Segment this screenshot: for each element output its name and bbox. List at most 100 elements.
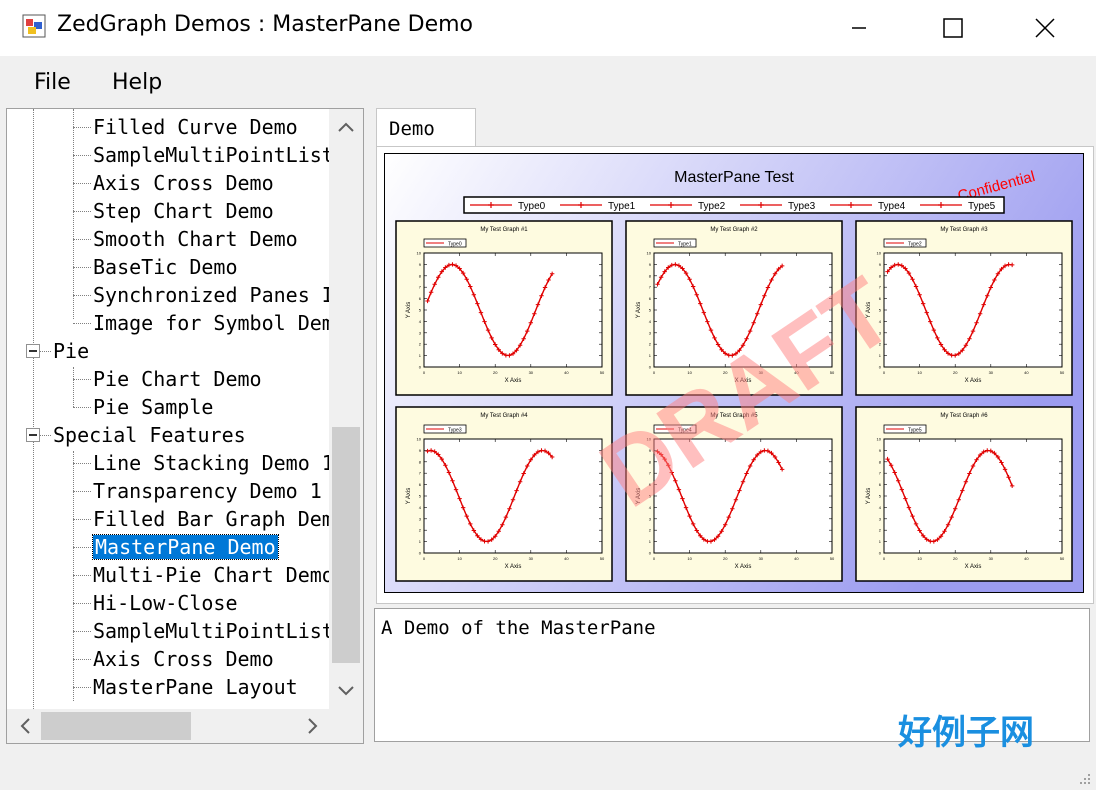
- master-legend: Type0 Type1 Type2 Type3 Type4 Type5: [463, 196, 1005, 214]
- demo-tree-view[interactable]: Filled Curve Demo SampleMultiPointList Axi…: [6, 108, 364, 744]
- x-tick-label: 50: [1060, 370, 1065, 375]
- master-pane-title: MasterPane Test: [674, 169, 794, 186]
- tree-item-label: Filled Bar Graph Dem: [93, 507, 334, 531]
- menu-bar: File Help: [0, 56, 1096, 106]
- legend-entry: Type1: [608, 201, 636, 212]
- tree-item-label: Pie Sample: [93, 395, 214, 419]
- tree-item[interactable]: Synchronized Panes I: [93, 281, 334, 309]
- pane-legend-entry: Type3: [448, 428, 462, 434]
- tree-item-label: Step Chart Demo: [93, 199, 274, 223]
- minimize-button[interactable]: [836, 0, 882, 56]
- tree-guide-line: [33, 109, 34, 709]
- tree-item[interactable]: Axis Cross Demo: [93, 645, 274, 673]
- maximize-icon: [943, 18, 963, 38]
- resize-grip-icon[interactable]: [1076, 770, 1092, 786]
- tree-item[interactable]: Pie Sample: [93, 393, 213, 421]
- tree-connector: [73, 687, 91, 688]
- legend-entry: Type5: [968, 201, 996, 212]
- tree-item[interactable]: Step Chart Demo: [93, 197, 274, 225]
- tree-item[interactable]: SampleMultiPointList: [93, 617, 334, 645]
- tree-collapse-icon[interactable]: [26, 344, 40, 358]
- x-axis-label: X Axis: [505, 378, 522, 384]
- close-button[interactable]: [1022, 0, 1068, 56]
- tree-item-label: Line Stacking Demo 1: [93, 451, 334, 475]
- y-tick-label: 10: [417, 437, 422, 442]
- tree-connector: [73, 519, 91, 520]
- tree-item[interactable]: Pie Chart Demo: [93, 365, 262, 393]
- tree-item[interactable]: Multi-Pie Chart Demo: [93, 561, 334, 589]
- pane-title: My Test Graph #6: [940, 413, 988, 419]
- scroll-up-icon: [338, 122, 354, 132]
- chart-pane: My Test Graph #3Type20123456789100 10 20 30…: [855, 220, 1073, 396]
- x-tick-label: 40: [564, 556, 569, 561]
- tree-item[interactable]: Hi-Low-Close: [93, 589, 238, 617]
- tree-item-label: Pie Chart Demo: [93, 367, 262, 391]
- tree-item[interactable]: BaseTic Demo: [93, 253, 238, 281]
- tree-item-label: Special Features: [53, 423, 246, 447]
- menu-help[interactable]: Help: [112, 70, 162, 95]
- tree-connector: [73, 239, 91, 240]
- scroll-right-icon: [308, 718, 318, 734]
- chart-pane: My Test Graph #1Type00123456789100 10 20 30…: [395, 220, 613, 396]
- x-tick-label: 40: [564, 370, 569, 375]
- tree-item-label: SampleMultiPointList: [93, 143, 334, 167]
- legend-entry: Type3: [788, 201, 816, 212]
- menu-file[interactable]: File: [34, 70, 71, 95]
- tab-strip: Demo: [376, 108, 1096, 150]
- chart-pane: My Test Graph #4Type30123456789100 10 20 30…: [395, 406, 613, 582]
- tree-item-label: Axis Cross Demo: [93, 647, 274, 671]
- maximize-button[interactable]: [930, 0, 976, 56]
- tree-item[interactable]: Image for Symbol Dem: [93, 309, 334, 337]
- tree-item-label: MasterPane Demo: [92, 534, 279, 560]
- tree-item-label: BaseTic Demo: [93, 255, 238, 279]
- x-tick-label: 20: [953, 556, 958, 561]
- pane-title: My Test Graph #4: [480, 413, 528, 419]
- title-bar: ZedGraph Demos : MasterPane Demo: [0, 0, 1096, 56]
- pane-legend-entry: Type5: [908, 428, 922, 434]
- tree-item[interactable]: Filled Bar Graph Dem: [93, 505, 334, 533]
- x-tick-label: 40: [1024, 370, 1029, 375]
- tree-vscroll-graphics: [332, 122, 360, 696]
- x-tick-label: 50: [600, 556, 605, 561]
- y-axis-label: Y Axis: [406, 488, 412, 505]
- tree-connector: [73, 155, 91, 156]
- x-tick-label: 20: [723, 556, 728, 561]
- tree-item[interactable]: Axis Cross Demo: [93, 169, 274, 197]
- tree-collapse-icon[interactable]: [26, 428, 40, 442]
- minimize-icon: [852, 27, 866, 29]
- y-tick-label: 10: [877, 437, 882, 442]
- tree-item[interactable]: Transparency Demo 1: [93, 477, 322, 505]
- plot-area: [423, 252, 603, 368]
- master-pane-chart[interactable]: MasterPane Test Confidential Type0 Type1 T…: [384, 153, 1084, 593]
- tree-item[interactable]: Smooth Chart Demo: [93, 225, 298, 253]
- legend-entry: Type2: [698, 201, 726, 212]
- tree-horizontal-scrollbar[interactable]: [7, 709, 331, 743]
- tree-item[interactable]: MasterPane Layout: [93, 673, 298, 701]
- tree-item-label: Synchronized Panes I: [93, 283, 334, 307]
- tree-item[interactable]: SampleMultiPointList: [93, 141, 334, 169]
- chart-pane: My Test Graph #6Type50123456789100 10 20 30…: [855, 406, 1073, 582]
- scrollbar-corner: [329, 709, 363, 743]
- plot-area: [883, 438, 1063, 554]
- legend-entry: Type4: [878, 201, 906, 212]
- tree-connector: [73, 463, 91, 464]
- tree-item-selected[interactable]: MasterPane Demo: [92, 533, 279, 561]
- tree-item[interactable]: Line Stacking Demo 1: [93, 449, 334, 477]
- tree-connector: [73, 323, 91, 324]
- close-icon: [1035, 18, 1055, 38]
- x-tick-label: 20: [493, 556, 498, 561]
- tree-item[interactable]: Special Features: [53, 421, 246, 449]
- tree-vertical-scrollbar[interactable]: [329, 109, 363, 711]
- x-tick-label: 10: [917, 370, 922, 375]
- tree-connector: [73, 127, 91, 128]
- pane-legend-entry: Type0: [448, 242, 462, 248]
- tree-item-label: Multi-Pie Chart Demo: [93, 563, 334, 587]
- pane-legend-entry: Type2: [908, 242, 922, 248]
- tree-connector: [73, 407, 91, 408]
- y-axis-label: Y Axis: [866, 488, 872, 505]
- x-tick-label: 50: [1060, 556, 1065, 561]
- tree-item[interactable]: Pie: [53, 337, 89, 365]
- x-tick-label: 50: [600, 370, 605, 375]
- tree-item[interactable]: Filled Curve Demo: [93, 113, 298, 141]
- tab-demo[interactable]: Demo: [376, 108, 476, 150]
